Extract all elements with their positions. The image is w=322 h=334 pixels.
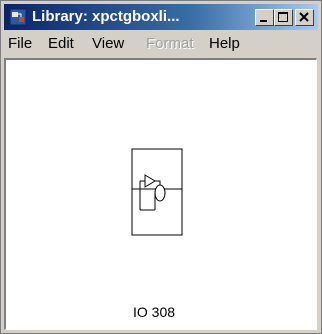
close-button[interactable] — [295, 9, 314, 26]
menu-help[interactable]: Help — [209, 35, 240, 52]
menu-format[interactable]: Format — [146, 35, 194, 52]
minimize-button[interactable] — [255, 9, 274, 26]
maximize-button[interactable] — [274, 9, 293, 26]
block-label: IO 308 — [133, 304, 176, 320]
library-window: Library: xpctgboxli... File Edit View Fo… — [0, 0, 322, 334]
close-icon — [299, 12, 309, 22]
model-canvas[interactable]: IO 308 — [4, 58, 317, 330]
menu-bar: File Edit View Format Help — [4, 32, 318, 54]
window-title: Library: xpctgboxli... — [32, 8, 180, 25]
menu-edit[interactable]: Edit — [48, 35, 74, 52]
menu-view[interactable]: View — [92, 35, 124, 52]
title-bar[interactable]: Library: xpctgboxli... — [4, 4, 318, 30]
menu-file[interactable]: File — [8, 35, 32, 52]
maximize-icon — [278, 12, 288, 22]
minimize-icon — [260, 20, 267, 22]
simulink-library-icon[interactable] — [9, 8, 27, 26]
io-block-icon[interactable] — [6, 60, 317, 330]
